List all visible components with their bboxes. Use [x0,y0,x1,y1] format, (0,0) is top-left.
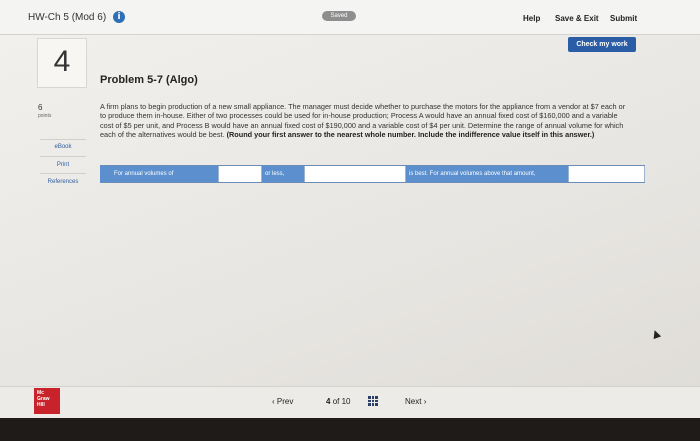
answer-label-or-less: or less, [262,166,304,182]
top-bar: HW-Ch 5 (Mod 6) i Saved Help Save & Exit… [0,0,700,35]
print-link[interactable]: Print [40,162,86,168]
alternative-select-2[interactable] [568,166,645,182]
info-icon[interactable]: i [113,11,125,23]
alternative-select-1[interactable] [304,166,406,182]
screen-bottom-edge [0,418,700,441]
question-number-box: 4 [37,38,87,88]
chevron-right-icon: › [423,397,427,406]
sidebar-divider [40,156,86,157]
volume-threshold-input[interactable] [218,166,262,182]
grid-icon[interactable] [368,396,378,406]
help-link[interactable]: Help [523,14,540,23]
answer-label-is-best: is best. For annual volumes above that a… [406,166,568,182]
screen: HW-Ch 5 (Mod 6) i Saved Help Save & Exit… [0,0,700,441]
save-exit-link[interactable]: Save & Exit [555,14,599,23]
problem-statement: A firm plans to begin production of a ne… [100,102,630,140]
sidebar-divider [40,173,86,174]
points-label: points [38,113,52,119]
answer-label-volumes: For annual volumes of [100,166,218,182]
page-total: 10 [341,397,351,406]
question-number: 4 [53,45,71,78]
references-link[interactable]: References [40,179,86,185]
ebook-link[interactable]: eBook [40,144,86,150]
prev-button[interactable]: ‹ Prev [272,397,293,406]
page-of: of [332,397,340,406]
next-label: Next [405,397,422,406]
next-button[interactable]: Next › [405,397,426,406]
chevron-left-icon: ‹ [272,397,275,406]
prev-label: Prev [276,397,294,406]
saved-status-badge: Saved [322,11,356,21]
check-my-work-button[interactable]: Check my work [568,37,636,52]
page-current: 4 [326,397,331,406]
page-indicator: 4 of 10 [326,397,351,406]
mouse-cursor-icon [650,328,662,340]
sidebar-divider [40,139,86,140]
submit-link[interactable]: Submit [610,14,637,23]
assignment-title: HW-Ch 5 (Mod 6) [28,12,107,23]
problem-instruction: (Round your first answer to the nearest … [226,130,595,140]
mcgraw-hill-logo: Mc Graw Hill [34,388,60,414]
answer-row: For annual volumes of or less, is best. … [100,165,645,183]
points-value: 6 [38,103,43,112]
problem-title: Problem 5-7 (Algo) [100,74,198,86]
